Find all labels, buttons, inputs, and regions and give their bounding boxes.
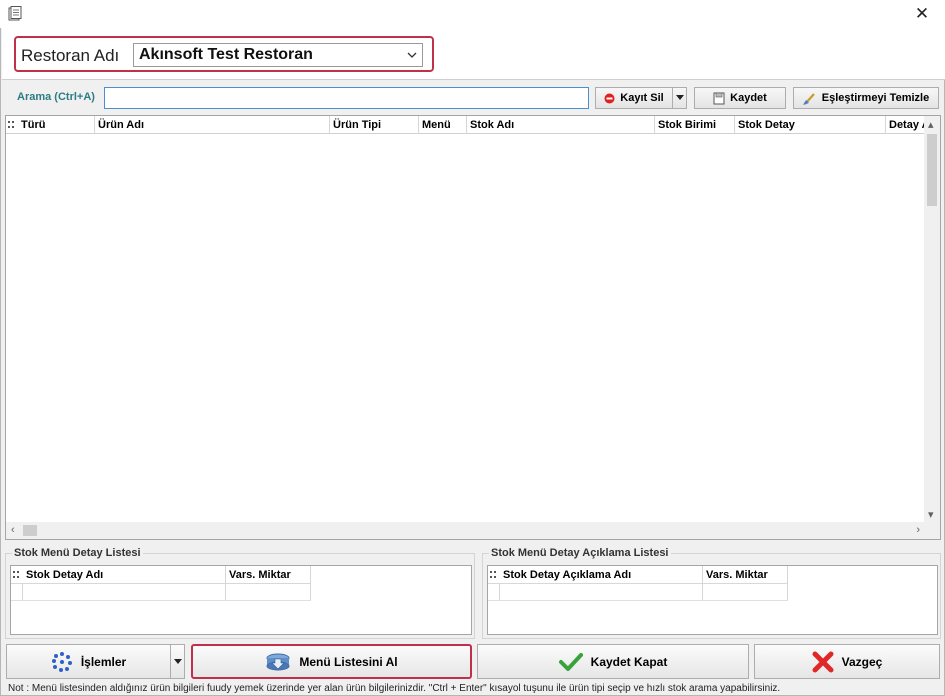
operations-label: İşlemler	[80, 654, 127, 669]
checkmark-icon	[558, 652, 583, 671]
detail-col-default-quantity[interactable]: Vars. Miktar	[226, 566, 311, 584]
col-header-product-type[interactable]: Ürün Tipi	[330, 116, 419, 134]
desc-col-stock-detail-desc-name[interactable]: Stok Detay Açıklama Adı	[500, 566, 703, 584]
delete-record-button[interactable]: Kayıt Sil	[595, 87, 673, 109]
detail-row-indicator	[11, 584, 23, 600]
detail-grid-header: Stok Detay Adı Vars. Miktar	[11, 566, 311, 584]
restaurant-label: Restoran Adı	[21, 46, 120, 65]
stock-menu-detail-title: Stok Menü Detay Listesi	[12, 547, 143, 559]
desc-col-default-quantity[interactable]: Vars. Miktar	[703, 566, 788, 584]
detail-empty-row[interactable]	[11, 584, 311, 601]
desc-grid-header: Stok Detay Açıklama Adı Vars. Miktar	[488, 566, 788, 584]
operations-dots-icon	[51, 651, 72, 672]
stock-menu-desc-grid[interactable]: Stok Detay Açıklama Adı Vars. Miktar	[487, 565, 938, 635]
operations-button[interactable]: İşlemler	[6, 644, 171, 679]
cancel-button[interactable]: Vazgeç	[754, 644, 940, 679]
clear-matching-button[interactable]: Eşleştirmeyi Temizle	[793, 87, 939, 109]
delete-options-dropdown[interactable]	[672, 87, 687, 109]
title-bar: ✕	[0, 0, 945, 28]
grid-horizontal-scroll-thumb[interactable]	[23, 525, 37, 536]
detail-grid-grip-icon	[13, 571, 19, 578]
search-input[interactable]	[104, 87, 589, 109]
search-label: Arama (Ctrl+A)	[17, 91, 95, 103]
scroll-right-icon[interactable]: ›	[916, 524, 920, 536]
menu-stock-grid[interactable]: Türü Ürün Adı Ürün Tipi Menü Stok Adı St…	[5, 115, 941, 540]
get-menu-list-button[interactable]: Menü Listesini Al	[191, 644, 472, 679]
chevron-down-icon	[407, 52, 417, 58]
scroll-down-icon[interactable]: ▾	[928, 509, 934, 521]
restaurant-select-value: Akınsoft Test Restoran	[139, 46, 313, 63]
desc-cell[interactable]	[500, 584, 703, 600]
detail-cell[interactable]	[226, 584, 311, 600]
col-header-stock-detail[interactable]: Stok Detay	[735, 116, 886, 134]
clear-matching-label: Eşleştirmeyi Temizle	[821, 92, 930, 104]
delete-record-label: Kayıt Sil	[620, 92, 664, 104]
info-note: Not : Menü listesinden aldığınız ürün bi…	[8, 683, 781, 694]
get-menu-list-label: Menü Listesini Al	[299, 654, 398, 669]
stock-menu-desc-title: Stok Menü Detay Açıklama Listesi	[489, 547, 671, 559]
app-icon	[8, 6, 22, 21]
col-header-type[interactable]: Türü	[18, 116, 95, 134]
cross-icon	[812, 651, 834, 672]
restaurant-selector-highlight: Restoran Adı Akınsoft Test Restoran	[14, 36, 434, 72]
clear-brush-icon	[802, 92, 815, 105]
save-label: Kaydet	[730, 92, 767, 104]
col-header-product-name[interactable]: Ürün Adı	[95, 116, 330, 134]
col-header-stock-name[interactable]: Stok Adı	[467, 116, 655, 134]
restaurant-select[interactable]: Akınsoft Test Restoran	[133, 43, 423, 67]
cancel-label: Vazgeç	[841, 654, 883, 669]
grid-vertical-scrollbar[interactable]: ▴ ▾	[924, 116, 940, 523]
grid-grip-icon	[8, 121, 14, 128]
detail-cell[interactable]	[23, 584, 226, 600]
desc-grid-grip-icon	[490, 571, 496, 578]
col-header-detail-a[interactable]: Detay A	[886, 116, 925, 134]
close-icon[interactable]: ✕	[899, 0, 945, 28]
stock-menu-detail-grid[interactable]: Stok Detay Adı Vars. Miktar	[10, 565, 472, 635]
grid-horizontal-scrollbar[interactable]: ‹ ›	[6, 522, 940, 539]
save-close-label: Kaydet Kapat	[590, 654, 668, 669]
stock-menu-desc-group: Stok Menü Detay Açıklama Listesi Stok De…	[482, 547, 941, 639]
caret-down-icon	[675, 95, 684, 100]
scroll-up-icon[interactable]: ▴	[928, 119, 934, 131]
save-icon	[713, 92, 725, 104]
detail-col-stock-detail-name[interactable]: Stok Detay Adı	[23, 566, 226, 584]
operations-dropdown[interactable]	[170, 644, 185, 679]
window-body: Restoran Adı Akınsoft Test Restoran Aram…	[0, 28, 945, 696]
delete-icon	[604, 93, 615, 103]
desc-cell[interactable]	[703, 584, 788, 600]
download-icon	[266, 653, 290, 670]
grid-header: Türü Ürün Adı Ürün Tipi Menü Stok Adı St…	[6, 116, 925, 134]
desc-empty-row[interactable]	[488, 584, 788, 601]
caret-down-icon	[173, 658, 182, 664]
save-close-button[interactable]: Kaydet Kapat	[477, 644, 749, 679]
col-header-menu[interactable]: Menü	[419, 116, 467, 134]
save-button[interactable]: Kaydet	[694, 87, 786, 109]
stock-menu-detail-group: Stok Menü Detay Listesi Stok Detay Adı V…	[5, 547, 475, 639]
desc-row-indicator	[488, 584, 500, 600]
restaurant-panel: Restoran Adı Akınsoft Test Restoran	[2, 28, 945, 80]
scroll-left-icon[interactable]: ‹	[11, 524, 15, 536]
grid-vertical-scroll-thumb[interactable]	[927, 134, 937, 206]
col-header-stock-unit[interactable]: Stok Birimi	[655, 116, 735, 134]
